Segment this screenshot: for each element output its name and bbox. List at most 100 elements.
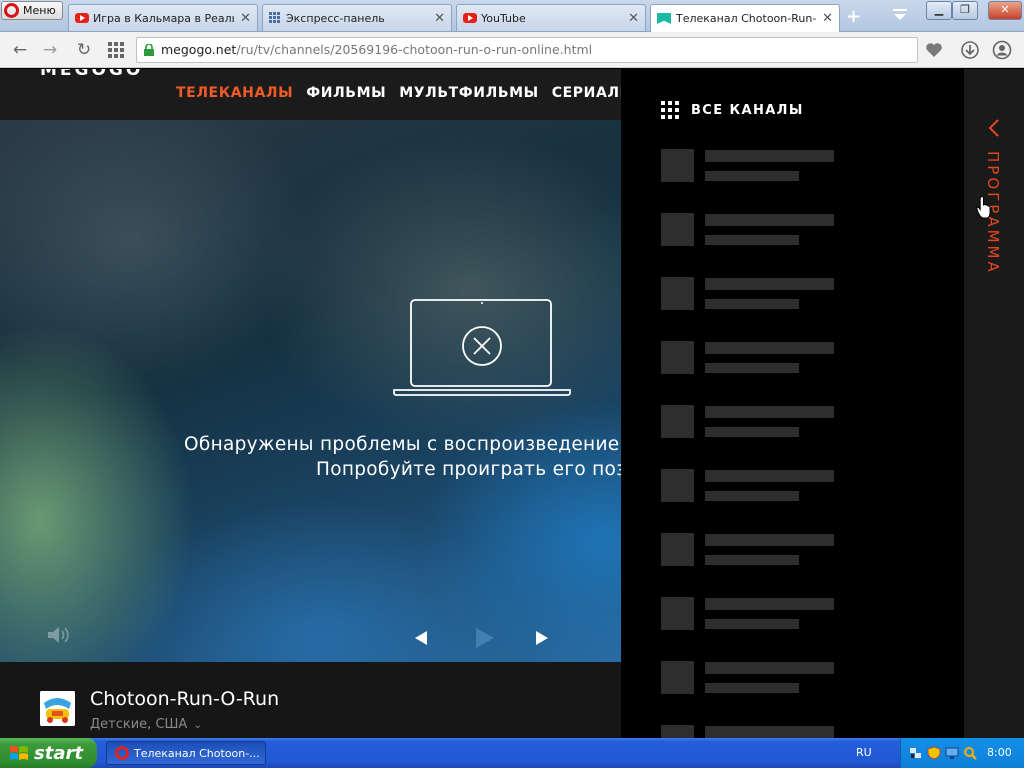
all-channels-button[interactable]: ВСЕ КАНАЛЫ [661, 101, 804, 119]
laptop-error-icon [393, 299, 571, 396]
youtube-icon [75, 13, 89, 23]
grid-icon [661, 101, 679, 119]
tab-squid-game[interactable]: Игра в Кальмара в Реальн ✕ [68, 4, 258, 31]
channel-list-panel: ВСЕ КАНАЛЫ [621, 69, 964, 738]
playback-error-text: Обнаружены проблемы с воспроизведением [184, 434, 621, 455]
opera-logo-icon [115, 746, 129, 760]
heart-icon[interactable] [924, 40, 944, 60]
placeholder-line [705, 598, 834, 610]
tab-title: Экспресс-панель [286, 11, 385, 25]
video-player[interactable]: Обнаружены проблемы с воспроизведением П… [0, 120, 621, 662]
all-channels-label: ВСЕ КАНАЛЫ [691, 102, 804, 118]
speed-dial-icon[interactable] [108, 42, 124, 58]
channel-list-item[interactable] [661, 341, 841, 375]
maximize-button[interactable]: ❐ [952, 1, 978, 20]
speed-dial-icon [269, 12, 281, 24]
channel-list-item[interactable] [661, 405, 841, 439]
minimize-button[interactable]: ▁ [926, 1, 952, 20]
channel-placeholder-thumb [661, 213, 694, 246]
start-button[interactable]: start [0, 738, 97, 768]
play-icon[interactable] [474, 628, 494, 648]
chevron-left-icon [988, 119, 999, 137]
placeholder-line [705, 470, 834, 482]
new-tab-button[interactable]: + [846, 6, 861, 27]
tab-speed-dial[interactable]: Экспресс-панель ✕ [262, 4, 452, 31]
search-icon[interactable] [963, 746, 977, 760]
channel-list-item[interactable] [661, 597, 841, 631]
address-toolbar: ← → ↻ megogo.net/ru/tv/channels/20569196… [0, 32, 1024, 68]
nav-cartoons[interactable]: МУЛЬТФИЛЬМЫ [399, 85, 539, 101]
channel-placeholder-thumb [661, 725, 694, 738]
placeholder-line [705, 406, 834, 418]
previous-icon[interactable] [414, 631, 428, 645]
channel-title: Chotoon-Run-O-Run [90, 688, 280, 710]
channel-placeholder-thumb [661, 533, 694, 566]
tab-title: YouTube [481, 11, 526, 25]
nav-tv-channels[interactable]: ТЕЛЕКАНАЛЫ [176, 85, 293, 101]
close-icon[interactable]: ✕ [434, 11, 445, 26]
channel-genre-country: Детские, США [90, 717, 188, 732]
channel-list-item[interactable] [661, 469, 841, 503]
tab-menu-icon[interactable] [892, 8, 908, 22]
opera-menu-button[interactable]: Меню [1, 1, 63, 20]
channel-logo[interactable] [40, 691, 75, 726]
close-icon[interactable]: ✕ [822, 11, 833, 26]
channel-list-item[interactable] [661, 149, 841, 183]
channel-list-item[interactable] [661, 213, 841, 247]
nav-movies[interactable]: ФИЛЬМЫ [306, 85, 386, 101]
site-header: MEGOGO ТЕЛЕКАНАЛЫ ФИЛЬМЫ МУЛЬТФИЛЬМЫ СЕР… [0, 69, 652, 120]
tab-youtube[interactable]: YouTube ✕ [456, 4, 646, 31]
placeholder-line [705, 342, 834, 354]
channel-placeholder-thumb [661, 341, 694, 374]
tab-megogo[interactable]: Телеканал Chotoon-Run-O-R ✕ [650, 4, 840, 32]
channel-info: Chotoon-Run-O-Run Детские, США ⌄ [0, 662, 621, 738]
placeholder-line [705, 363, 799, 373]
close-icon[interactable]: ✕ [240, 11, 251, 26]
tab-title: Телеканал Chotoon-Run-O-R [676, 12, 816, 25]
forward-button[interactable]: → [40, 40, 60, 60]
megogo-logo[interactable]: MEGOGO [40, 69, 143, 80]
display-icon[interactable] [945, 746, 959, 760]
windows-taskbar: start Телеканал Chotoon-... RU 8:00 [0, 738, 1024, 768]
system-clock[interactable]: 8:00 [987, 746, 1012, 759]
program-guide-tab[interactable]: ПРОГРАММА [964, 69, 1024, 738]
placeholder-line [705, 555, 799, 565]
channel-meta[interactable]: Детские, США ⌄ [90, 717, 202, 732]
network-icon[interactable] [909, 746, 923, 760]
placeholder-line [705, 534, 834, 546]
placeholder-line [705, 662, 834, 674]
back-button[interactable]: ← [10, 40, 30, 60]
close-icon[interactable]: ✕ [628, 11, 639, 26]
placeholder-line [705, 619, 799, 629]
channel-list-item[interactable] [661, 725, 841, 738]
account-icon[interactable] [992, 40, 1012, 60]
download-icon[interactable] [960, 40, 980, 60]
megogo-page: MEGOGO ТЕЛЕКАНАЛЫ ФИЛЬМЫ МУЛЬТФИЛЬМЫ СЕР… [0, 69, 1024, 738]
next-icon[interactable] [535, 631, 549, 645]
megogo-icon [657, 13, 671, 24]
menu-label: Меню [23, 4, 56, 17]
playback-error-hint: Попробуйте проиграть его позже [316, 459, 621, 480]
hand-cursor-icon [976, 196, 991, 219]
url-input[interactable]: megogo.net/ru/tv/channels/20569196-choto… [136, 37, 918, 63]
opera-logo-icon [4, 3, 19, 18]
reload-button[interactable]: ↻ [74, 40, 94, 60]
channel-placeholder-thumb [661, 149, 694, 182]
channel-placeholder-thumb [661, 469, 694, 502]
channel-placeholder-thumb [661, 405, 694, 438]
youtube-icon [463, 13, 477, 23]
channel-list-item[interactable] [661, 661, 841, 695]
channel-list-item[interactable] [661, 277, 841, 311]
placeholder-line [705, 427, 799, 437]
volume-icon[interactable] [46, 625, 72, 645]
language-indicator[interactable]: RU [856, 746, 872, 759]
security-shield-icon[interactable] [927, 746, 941, 760]
placeholder-line [705, 299, 799, 309]
channel-list-item[interactable] [661, 533, 841, 567]
channel-placeholder-thumb [661, 597, 694, 630]
url-host: megogo.net [161, 42, 237, 57]
placeholder-line [705, 726, 834, 738]
placeholder-line [705, 278, 834, 290]
taskbar-opera-window[interactable]: Телеканал Chotoon-... [106, 741, 266, 765]
close-window-button[interactable]: ✕ [988, 1, 1022, 20]
